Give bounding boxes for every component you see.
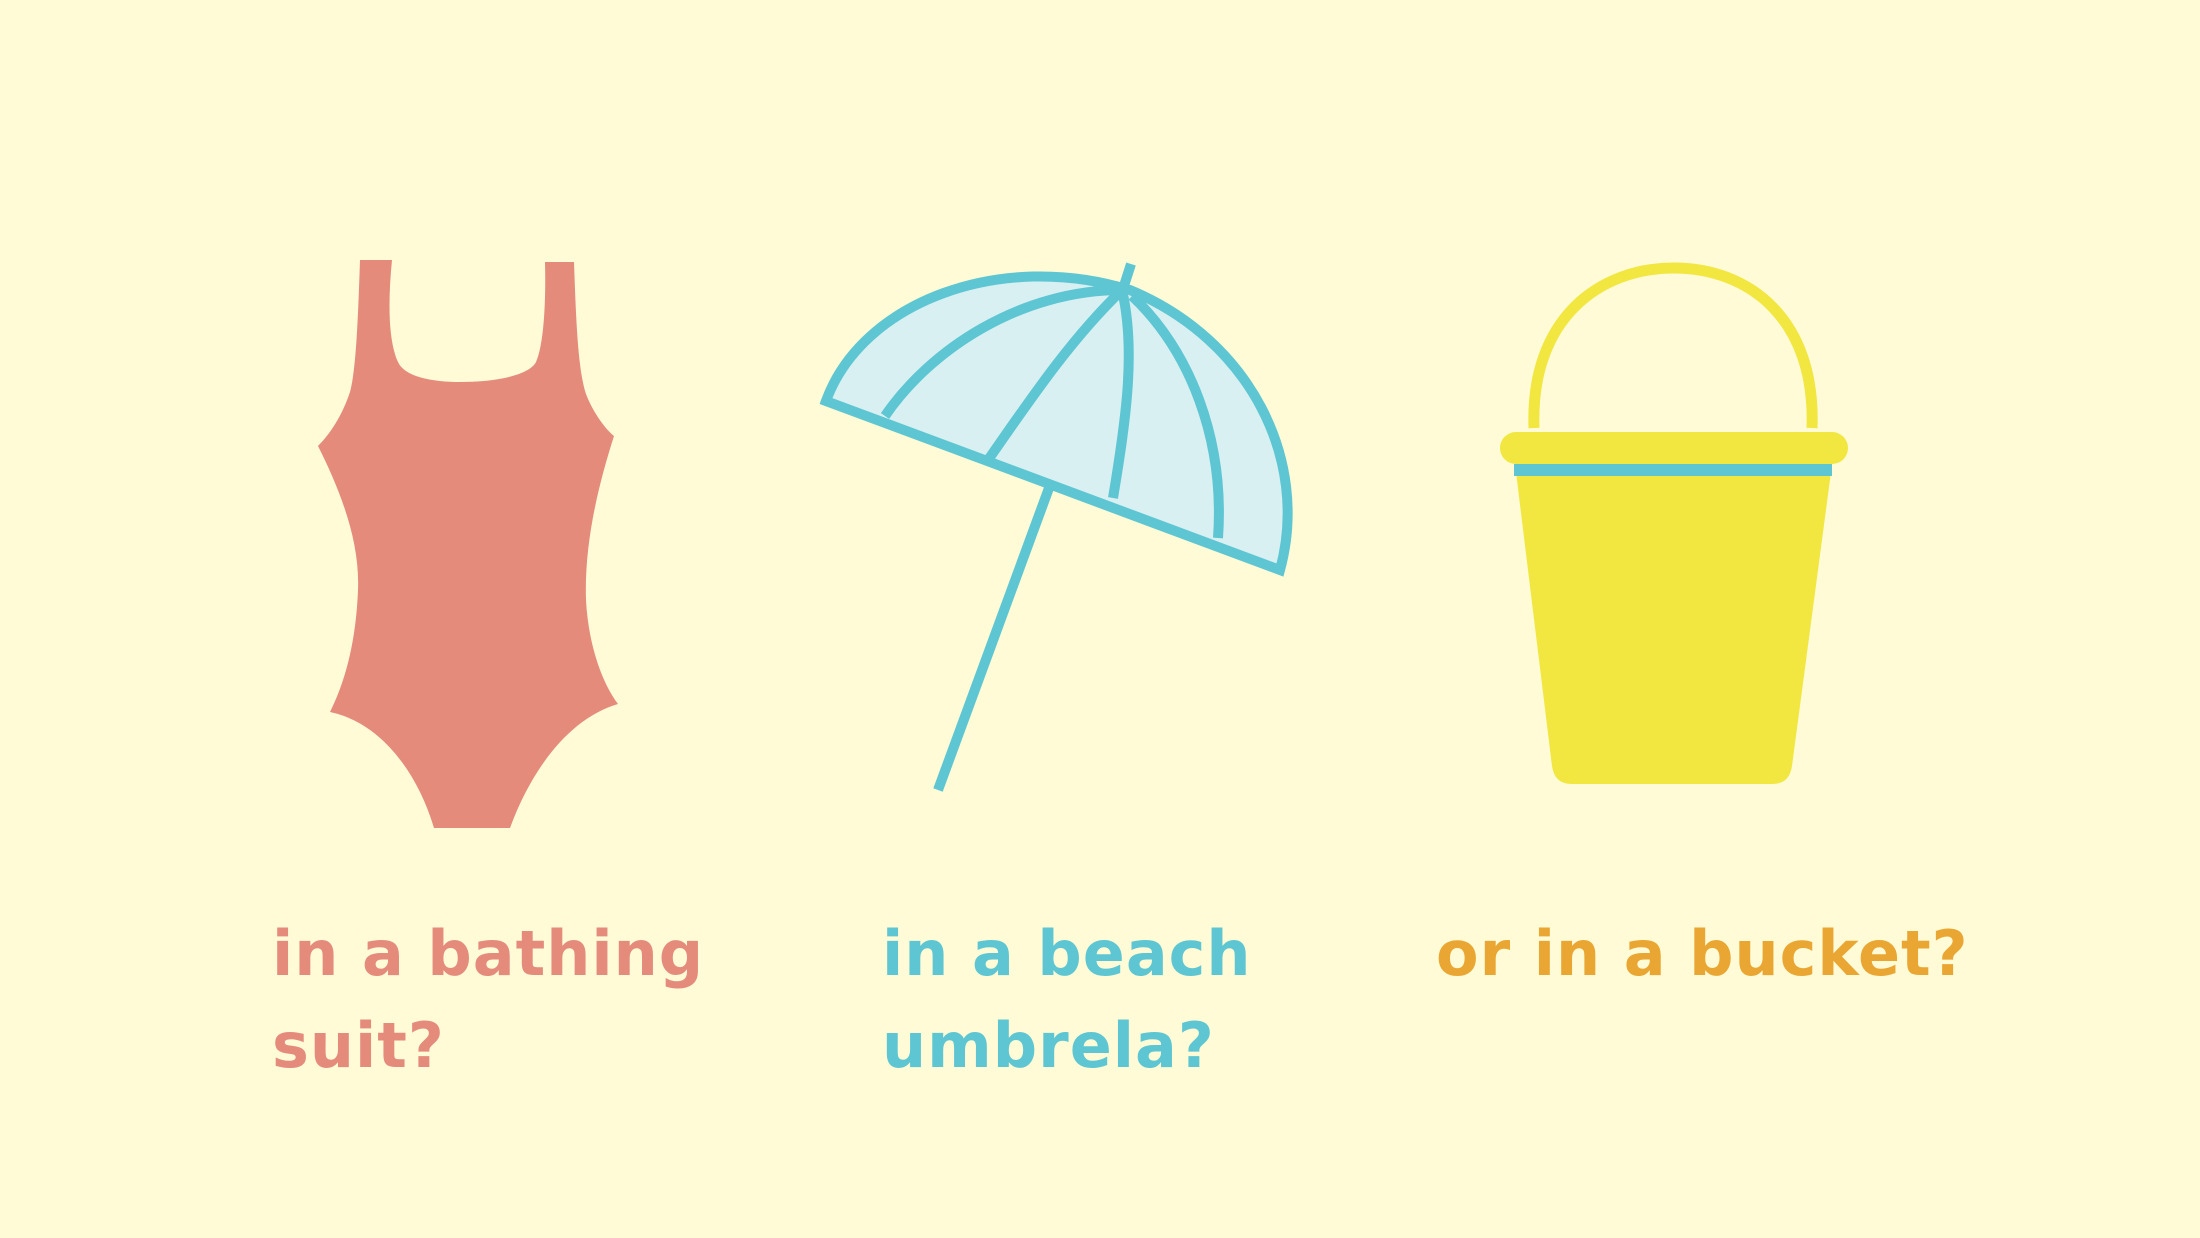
- beach-umbrella-icon: [819, 262, 1293, 792]
- caption-bathing-suit: in a bathing suit?: [272, 908, 712, 1092]
- caption-line: in a beach: [882, 917, 1252, 990]
- caption-line: suit?: [272, 1009, 445, 1082]
- caption-beach-umbrella: in a beach umbrela?: [882, 908, 1322, 1092]
- caption-line: or in a bucket?: [1436, 917, 1969, 990]
- caption-bucket: or in a bucket?: [1436, 908, 1996, 1000]
- bucket-icon: [1500, 262, 1848, 784]
- caption-line: in a bathing: [272, 917, 705, 990]
- swimsuit-icon: [318, 260, 618, 828]
- caption-line: umbrela?: [882, 1009, 1215, 1082]
